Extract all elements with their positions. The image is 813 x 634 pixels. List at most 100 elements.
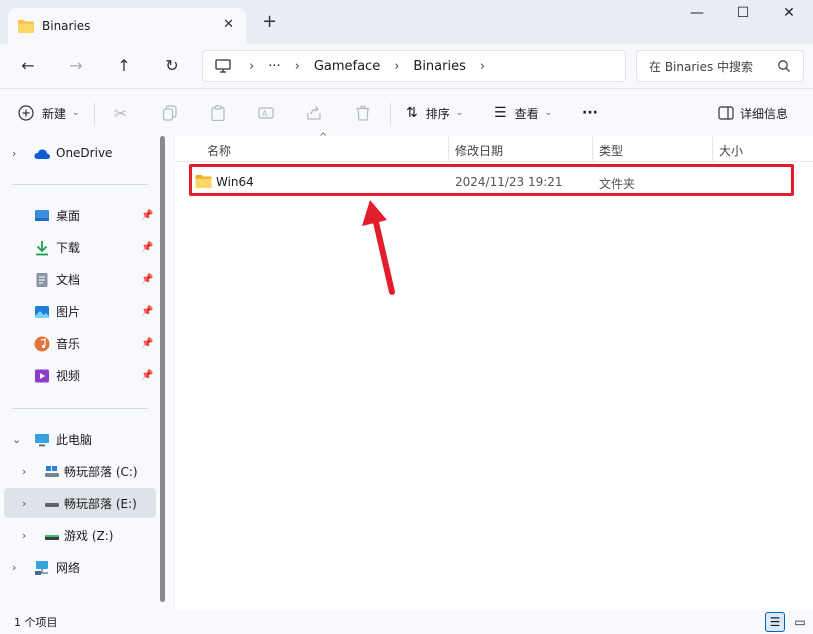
up-arrow-icon[interactable]: ↑ — [110, 54, 138, 78]
pin-icon[interactable]: 📌 — [141, 306, 153, 317]
chevron-right-icon: › — [249, 58, 255, 74]
chevron-right-icon[interactable]: › — [12, 561, 16, 574]
document-icon — [36, 273, 48, 287]
computer-icon — [215, 59, 231, 73]
file-list-pane: ^ 名称 修改日期 类型 大小 Win64 2024/11/23 19:21 文… — [175, 132, 813, 610]
close-window-button[interactable]: ✕ — [774, 5, 804, 21]
minimize-button[interactable]: — — [682, 5, 712, 21]
rename-icon: A — [258, 107, 274, 119]
breadcrumb-gameface[interactable]: Gameface — [308, 59, 386, 74]
sort-label: 排序 — [425, 106, 450, 121]
new-label: 新建 — [42, 106, 67, 121]
sidebar-item-documents[interactable]: 文档 📌 — [0, 264, 160, 294]
pin-icon[interactable]: 📌 — [141, 274, 153, 285]
share-button[interactable] — [306, 101, 322, 125]
sidebar-item-drive-z[interactable]: › 游戏 (Z:) — [0, 520, 160, 550]
pictures-icon — [35, 306, 49, 318]
view-button[interactable]: ☰ 查看 ⌄ — [494, 101, 552, 125]
rename-button[interactable]: A — [258, 101, 274, 125]
sidebar-item-network[interactable]: › 网络 — [0, 552, 160, 582]
more-options-button[interactable]: ··· — [582, 101, 598, 125]
pin-icon[interactable]: 📌 — [141, 370, 153, 381]
column-divider[interactable] — [448, 136, 449, 162]
refresh-icon[interactable]: ↻ — [158, 54, 186, 78]
new-button[interactable]: 新建 ⌄ — [18, 101, 80, 125]
address-bar[interactable]: › ··· › Gameface › Binaries › — [202, 50, 626, 82]
sidebar-item-this-pc[interactable]: ⌄ 此电脑 — [0, 424, 160, 454]
desktop-icon — [35, 210, 49, 221]
column-divider[interactable] — [592, 136, 593, 162]
folder-icon — [195, 175, 212, 188]
chevron-down-icon[interactable]: ⌄ — [12, 433, 21, 446]
pin-icon[interactable]: 📌 — [141, 210, 153, 221]
address-ellipsis[interactable]: ··· — [262, 59, 286, 74]
maximize-button[interactable]: ☐ — [728, 5, 758, 21]
clipboard-icon — [211, 105, 225, 121]
sidebar-item-downloads[interactable]: 下载 📌 — [0, 232, 160, 262]
sidebar-label: 畅玩部落 (C:) — [64, 464, 138, 479]
chevron-down-icon: ⌄ — [544, 108, 553, 118]
sidebar-item-onedrive[interactable]: › OneDrive — [0, 138, 160, 168]
back-arrow-icon[interactable]: ← — [14, 54, 42, 78]
chevron-right-icon[interactable]: › — [22, 465, 26, 478]
search-icon[interactable] — [777, 59, 791, 73]
command-bar: 新建 ⌄ ✂ A ⇅ 排序 ⌄ ☰ 查看 ⌄ ··· 详细信息 — [0, 88, 813, 136]
new-tab-button[interactable]: + — [262, 13, 277, 31]
file-name: Win64 — [216, 175, 254, 189]
sidebar-item-drive-e[interactable]: › 畅玩部落 (E:) — [4, 488, 156, 518]
pin-icon[interactable]: 📌 — [141, 338, 153, 349]
delete-button[interactable] — [355, 101, 371, 125]
sidebar-label: 游戏 (Z:) — [64, 528, 114, 543]
sidebar-label: 桌面 — [56, 208, 81, 223]
drive-icon — [45, 466, 59, 477]
video-icon — [35, 369, 49, 383]
forward-arrow-icon[interactable]: → — [62, 54, 90, 78]
folder-icon — [18, 20, 34, 33]
details-pane-button[interactable]: 详细信息 — [718, 101, 788, 125]
file-row-win64[interactable]: Win64 2024/11/23 19:21 文件夹 — [189, 169, 793, 195]
toolbar-divider — [94, 103, 95, 125]
sidebar-item-videos[interactable]: 视频 📌 — [0, 360, 160, 390]
view-label: 查看 — [514, 106, 539, 121]
column-size[interactable]: 大小 — [719, 142, 743, 159]
computer-icon — [35, 434, 49, 447]
breadcrumb-binaries[interactable]: Binaries — [407, 59, 471, 74]
column-name[interactable]: 名称 — [207, 142, 231, 159]
sidebar-item-music[interactable]: 音乐 📌 — [0, 328, 160, 358]
close-tab-icon[interactable]: ✕ — [223, 17, 234, 32]
sort-button[interactable]: ⇅ 排序 ⌄ — [406, 101, 463, 125]
sidebar-scrollbar[interactable] — [160, 136, 165, 602]
cut-button[interactable]: ✂ — [114, 101, 127, 125]
sidebar-item-pictures[interactable]: 图片 📌 — [0, 296, 160, 326]
paste-button[interactable] — [210, 101, 226, 125]
column-divider[interactable] — [712, 136, 713, 162]
chevron-right-icon[interactable]: › — [22, 529, 26, 542]
pin-icon[interactable]: 📌 — [141, 242, 153, 253]
column-modified[interactable]: 修改日期 — [455, 142, 503, 159]
trash-icon — [356, 105, 370, 121]
search-box[interactable]: 在 Binaries 中搜索 — [636, 50, 804, 82]
sidebar-divider — [12, 408, 148, 409]
details-view-icon[interactable]: ☰ — [765, 612, 785, 632]
chevron-right-icon[interactable]: › — [472, 59, 493, 74]
column-type[interactable]: 类型 — [599, 142, 623, 159]
tiles-view-icon[interactable]: ▭ — [790, 612, 810, 632]
sort-arrows-icon: ⇅ — [406, 105, 418, 121]
sidebar-item-desktop[interactable]: 桌面 📌 — [0, 200, 160, 230]
sidebar-label: 畅玩部落 (E:) — [64, 496, 137, 511]
chevron-right-icon[interactable]: › — [22, 497, 26, 510]
copy-icon — [162, 105, 177, 121]
details-label: 详细信息 — [740, 106, 789, 121]
sidebar-label: 此电脑 — [56, 432, 93, 447]
sidebar-label: 网络 — [56, 560, 81, 575]
drive-icon — [45, 503, 59, 507]
chevron-right-icon: › — [394, 58, 400, 74]
sidebar-item-drive-c[interactable]: › 畅玩部落 (C:) — [0, 456, 160, 486]
tab-binaries[interactable]: Binaries ✕ — [8, 8, 246, 44]
item-count: 1 个项目 — [14, 616, 58, 629]
toolbar-divider — [390, 103, 391, 125]
view-list-icon: ☰ — [494, 105, 507, 121]
chevron-right-icon[interactable]: › — [12, 147, 16, 160]
download-icon — [36, 241, 48, 256]
copy-button[interactable] — [162, 101, 178, 125]
